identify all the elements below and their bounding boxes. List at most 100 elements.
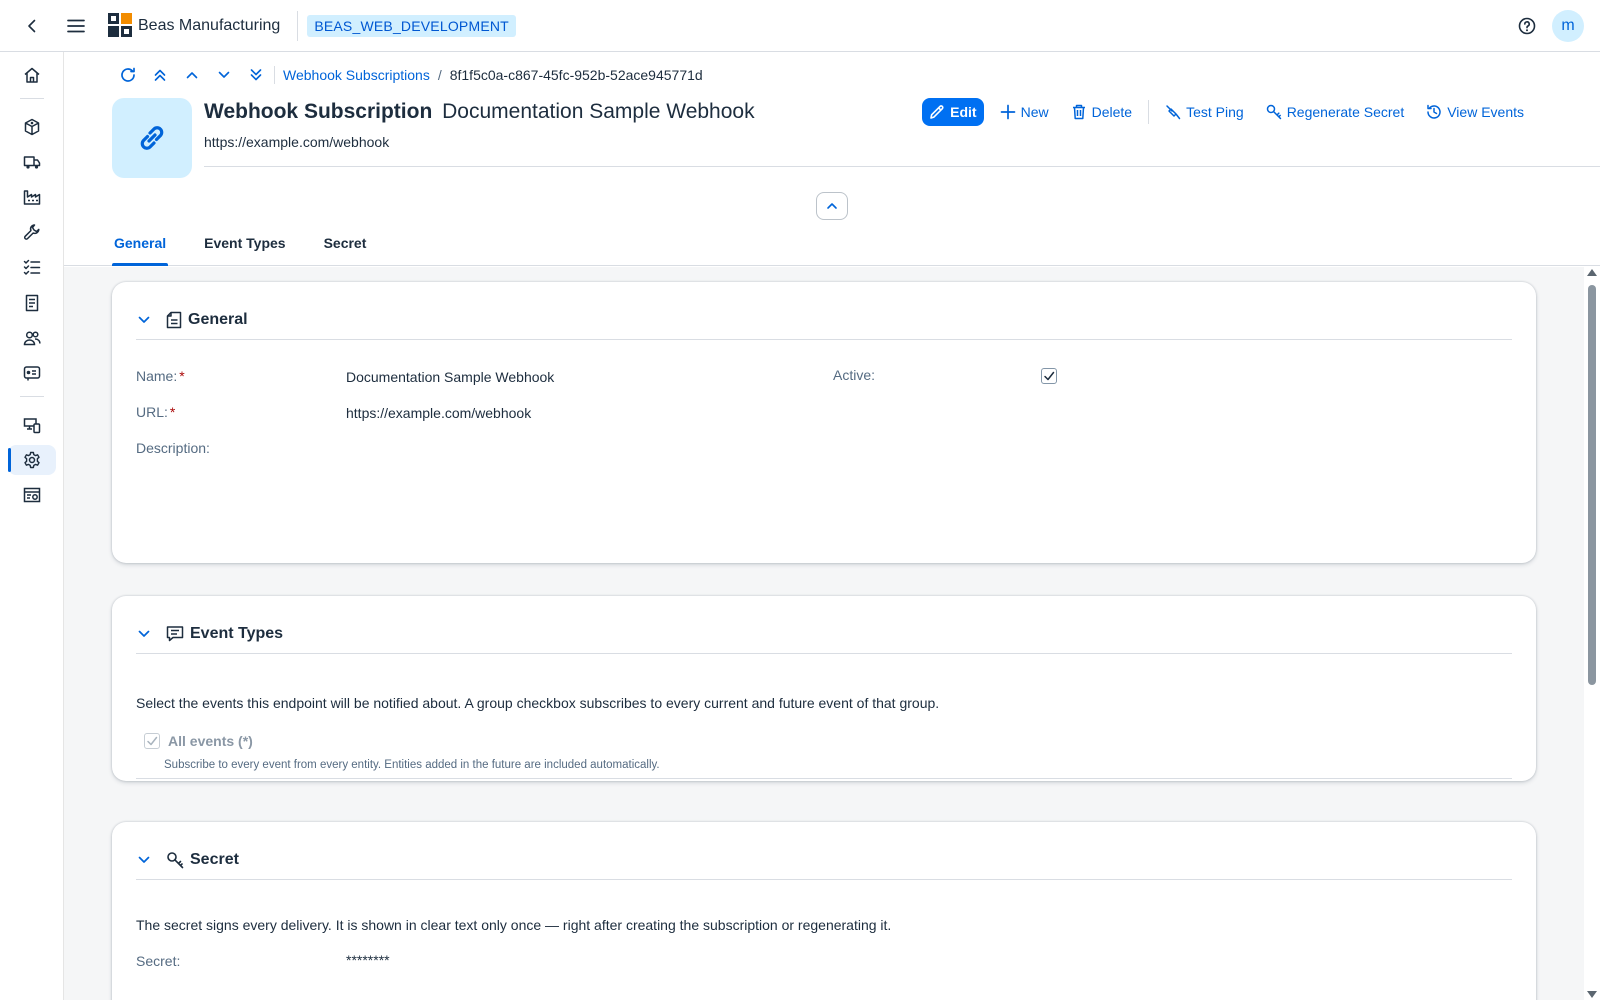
chevron-down-icon: [218, 71, 230, 78]
shell-bar: Beas Manufacturing BEAS_WEB_DEVELOPMENT …: [0, 0, 1600, 52]
tab-bar: General Event Types Secret: [112, 220, 402, 266]
nav-people[interactable]: [8, 323, 56, 353]
nav-production[interactable]: [8, 358, 56, 388]
link-icon: [140, 126, 164, 150]
regenerate-secret-button-label: Regenerate Secret: [1286, 104, 1405, 120]
scrollbar-thumb[interactable]: [1588, 285, 1596, 685]
delete-button[interactable]: Delete: [1071, 98, 1132, 126]
chevron-down-icon: [138, 856, 150, 863]
general-collapse-toggle[interactable]: [128, 304, 160, 336]
regenerate-secret-button[interactable]: Regenerate Secret: [1266, 98, 1405, 126]
back-button[interactable]: [16, 10, 48, 42]
toolbar-divider: [274, 66, 275, 84]
edit-button[interactable]: Edit: [922, 98, 984, 126]
environment-badge: BEAS_WEB_DEVELOPMENT: [307, 14, 516, 37]
help-button[interactable]: [1511, 10, 1543, 42]
name-value: Documentation Sample Webhook: [346, 369, 555, 385]
delete-button-label: Delete: [1091, 104, 1133, 120]
all-events-label: All events (*): [168, 733, 253, 749]
edit-button-label: Edit: [950, 104, 977, 120]
breadcrumb-separator: /: [437, 67, 442, 83]
name-label: Name: *: [136, 368, 185, 384]
view-events-button[interactable]: View Events: [1426, 98, 1524, 126]
chevron-down-icon: [138, 630, 150, 637]
general-section-title: General: [188, 310, 248, 328]
production-icon: [23, 366, 41, 381]
all-events-checkbox[interactable]: [144, 733, 160, 749]
event-types-section: Event Types Select the events this endpo…: [112, 596, 1536, 781]
beas-logo-icon: [108, 12, 132, 37]
nav-settings[interactable]: [8, 445, 56, 475]
object-avatar: [112, 98, 192, 178]
shell-divider: [297, 10, 299, 41]
event-types-collapse-toggle[interactable]: [128, 618, 160, 650]
record-navigation: Webhook Subscriptions / 8f1f5c0a-c867-45…: [112, 62, 703, 88]
nav-cubes[interactable]: [8, 112, 56, 142]
secret-section: Secret The secret signs every delivery. …: [112, 822, 1536, 1000]
tab-event-types[interactable]: Event Types: [202, 220, 287, 266]
nav-divider: [20, 396, 44, 397]
nav-devices[interactable]: [8, 410, 56, 440]
tab-secret[interactable]: Secret: [322, 220, 369, 266]
object-page-content: General Name: * Documentation Sample Webh…: [64, 267, 1584, 1000]
nav-home[interactable]: [8, 60, 56, 90]
chevron-down-icon: [138, 316, 150, 323]
breadcrumb-link-webhook-subscriptions[interactable]: Webhook Subscriptions: [283, 67, 430, 83]
message-icon: [166, 625, 184, 641]
view-events-button-label: View Events: [1447, 104, 1524, 120]
refresh-button[interactable]: [112, 62, 144, 88]
test-ping-button[interactable]: Test Ping: [1165, 98, 1244, 126]
collapse-header-button[interactable]: [816, 192, 848, 220]
refresh-icon: [121, 67, 135, 82]
document-icon: [25, 294, 39, 312]
home-icon: [24, 67, 40, 83]
trash-icon: [1072, 104, 1085, 120]
wrench-icon: [24, 224, 40, 240]
nav-reports[interactable]: [8, 480, 56, 510]
new-button[interactable]: New: [1000, 98, 1049, 126]
scroll-down-arrow[interactable]: [1587, 991, 1597, 998]
nav-tools[interactable]: [8, 217, 56, 247]
active-checkbox[interactable]: [1041, 368, 1057, 384]
brand[interactable]: Beas Manufacturing: [108, 12, 280, 39]
secret-collapse-toggle[interactable]: [128, 844, 160, 876]
last-record-button[interactable]: [240, 62, 272, 88]
next-record-button[interactable]: [208, 62, 240, 88]
double-chevron-up-icon: [154, 69, 166, 81]
required-marker: *: [179, 368, 185, 384]
cubes-icon: [24, 118, 40, 136]
help-icon: [1518, 17, 1536, 34]
nav-factory[interactable]: [8, 182, 56, 212]
secret-section-title: Secret: [190, 850, 239, 868]
menu-button[interactable]: [60, 10, 92, 42]
secret-section-header: Secret: [136, 840, 1512, 880]
secret-intro: The secret signs every delivery. It is s…: [136, 917, 892, 933]
general-section-header: General: [136, 300, 1512, 340]
history-icon: [1427, 104, 1441, 119]
new-button-label: New: [1020, 104, 1049, 120]
object-name: Documentation Sample Webhook: [442, 100, 755, 123]
active-label: Active:: [833, 367, 876, 383]
user-avatar[interactable]: m: [1552, 9, 1584, 42]
nav-tasks[interactable]: [8, 252, 56, 282]
scroll-up-arrow[interactable]: [1587, 269, 1597, 276]
test-ping-button-label: Test Ping: [1186, 104, 1244, 120]
object-page-header: Webhook Subscriptions / 8f1f5c0a-c867-45…: [64, 52, 1600, 266]
nav-divider: [20, 98, 44, 99]
tab-general[interactable]: General: [112, 220, 169, 266]
nav-documents[interactable]: [8, 288, 56, 318]
previous-record-button[interactable]: [176, 62, 208, 88]
first-record-button[interactable]: [144, 62, 176, 88]
nav-shipping[interactable]: [8, 147, 56, 177]
content-scrollbar[interactable]: [1584, 267, 1600, 1000]
object-subtitle: https://example.com/webhook: [204, 134, 390, 150]
breadcrumb-current: 8f1f5c0a-c867-45fc-952b-52ace945771d: [449, 67, 703, 83]
chevron-left-icon: [28, 19, 36, 32]
all-events-help: Subscribe to every event from every enti…: [164, 759, 660, 771]
double-chevron-down-icon: [250, 69, 262, 81]
required-marker: *: [169, 404, 176, 420]
key-icon: [1266, 104, 1281, 120]
url-label: URL: *: [136, 404, 175, 420]
name-label-text: Name:: [136, 368, 178, 384]
hamburger-icon: [67, 19, 85, 32]
